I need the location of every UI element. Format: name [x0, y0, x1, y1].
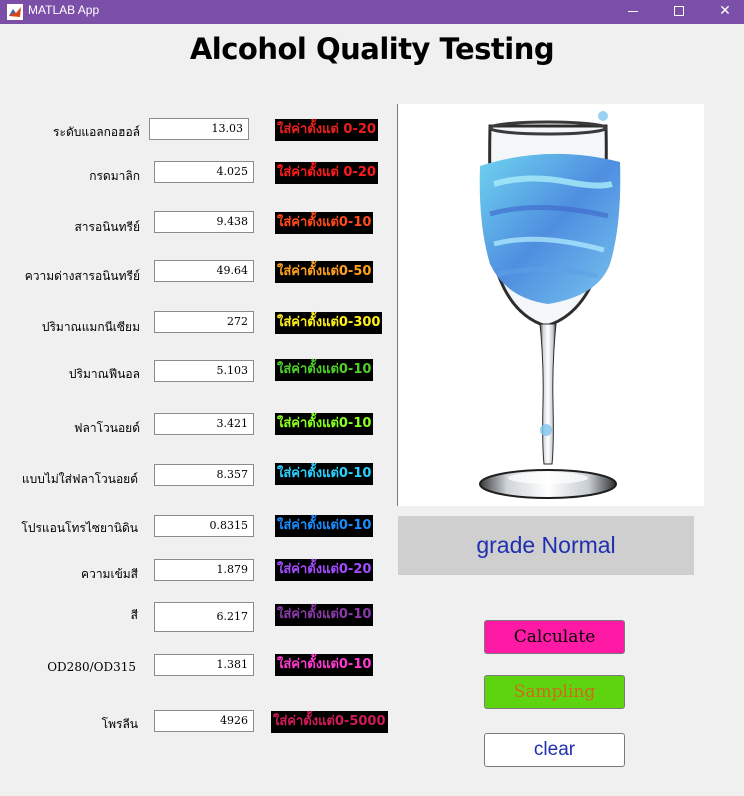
close-button[interactable]: ✕ [702, 0, 744, 24]
malic-acid-field[interactable]: 4.025 [154, 161, 254, 183]
proline-field[interactable]: 4926 [154, 710, 254, 732]
clear-button[interactable]: clear [484, 733, 625, 767]
calculate-button[interactable]: Calculate [484, 620, 625, 654]
label-malic-acid: กรดมาลิก [89, 169, 140, 183]
hint-proline: ใส่ค่าตั้งแต่0-5000 [271, 711, 388, 733]
wine-glass-image [398, 104, 704, 506]
label-flavanoids: ฟลาโวนอยด์ [73, 421, 140, 435]
hint-proanthocyanins: ใส่ค่าตั้งแต่0-10 [275, 515, 374, 537]
magnesium-field[interactable]: 272 [154, 311, 254, 333]
close-icon: ✕ [719, 3, 731, 19]
hint-flavanoids: ใส่ค่าตั้งแต่0-10 [275, 413, 374, 435]
ash-field[interactable]: 9.438 [154, 211, 254, 233]
proanthocyanins-field[interactable]: 0.8315 [154, 515, 254, 537]
label-magnesium: ปริมาณแมกนีเซียม [41, 320, 140, 334]
hint-magnesium: ใส่ค่าตั้งแต่0-300 [275, 312, 383, 334]
wine-glass-icon [479, 111, 621, 499]
alcohol-field[interactable]: 13.03 [149, 118, 249, 140]
label-alcalinity: ความด่างสารอนินทรีย์ [24, 269, 140, 283]
maximize-button[interactable] [656, 0, 702, 24]
hint-malic-acid: ใส่ค่าตั้งแต่ 0-20 [275, 162, 378, 184]
label-proanthocyanins: โปรแอนโทรไซยานิดิน [21, 521, 138, 535]
minimize-icon [628, 11, 638, 12]
label-od280: OD280/OD315 [47, 660, 136, 674]
app-title: Alcohol Quality Testing [189, 32, 555, 66]
label-alcohol: ระดับแอลกอฮอล์ [53, 125, 140, 139]
alcalinity-field[interactable]: 49.64 [154, 260, 254, 282]
label-color-intensity: ความเข้มสี [81, 567, 138, 581]
hint-color-intensity: ใส่ค่าตั้งแต่0-20 [275, 559, 374, 581]
hint-ash: ใส่ค่าตั้งแต่0-10 [275, 212, 374, 234]
window-title: MATLAB App [28, 3, 100, 17]
minimize-button[interactable] [610, 0, 656, 24]
sampling-button[interactable]: Sampling [484, 675, 625, 709]
label-ash: สารอนินทรีย์ [74, 220, 140, 234]
hint-od280: ใส่ค่าตั้งแต่0-10 [275, 654, 374, 676]
label-nonflavanoid: แบบไม่ใส่ฟลาโวนอยด์ [21, 472, 138, 486]
hint-alcohol: ใส่ค่าตั้งแต่ 0-20 [275, 119, 378, 141]
label-hue: สี [130, 608, 138, 622]
flavanoids-field[interactable]: 3.421 [154, 413, 254, 435]
label-phenols: ปริมาณฟีนอล [68, 367, 140, 381]
maximize-icon [674, 6, 684, 16]
hint-hue: ใส่ค่าตั้งแต่0-10 [275, 604, 374, 626]
matlab-logo-icon [7, 4, 23, 20]
color-intensity-field[interactable]: 1.879 [154, 559, 254, 581]
window-titlebar: MATLAB App ✕ [0, 0, 744, 24]
grade-result: grade Normal [398, 516, 694, 575]
hint-alcalinity: ใส่ค่าตั้งแต่0-50 [275, 261, 374, 283]
hint-phenols: ใส่ค่าตั้งแต่0-10 [275, 359, 374, 381]
hint-nonflavanoid: ใส่ค่าตั้งแต่0-10 [275, 463, 374, 485]
hue-field[interactable]: 6.217 [154, 602, 254, 632]
od280-field[interactable]: 1.381 [154, 654, 254, 676]
nonflavanoid-field[interactable]: 8.357 [154, 464, 254, 486]
label-proline: โพรลีน [101, 717, 138, 731]
phenols-field[interactable]: 5.103 [154, 360, 254, 382]
